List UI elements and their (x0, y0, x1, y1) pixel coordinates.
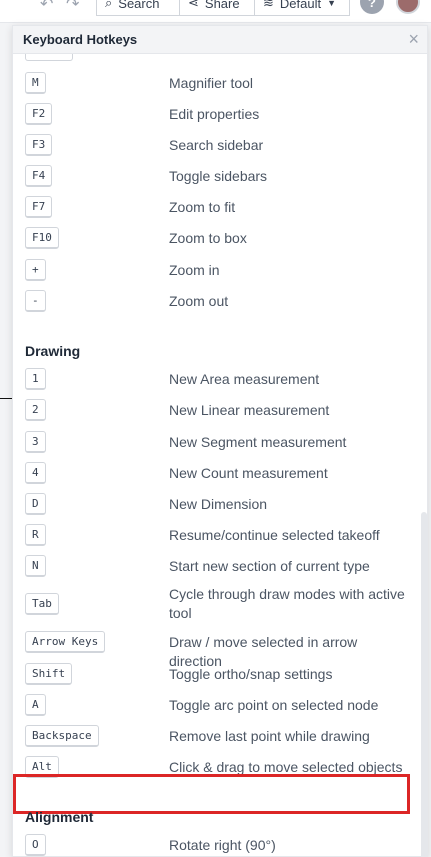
hotkey-description: Cycle through draw modes with active too… (169, 586, 405, 621)
help-icon: ? (368, 0, 376, 10)
key-cap: F7 (25, 196, 53, 218)
key-cap: R (25, 524, 46, 546)
key-cap: 3 (25, 431, 46, 453)
hotkey-description: Rotate right (90°) (169, 837, 276, 853)
keyboard-hotkeys-dialog: Keyboard Hotkeys × M Magnifier tool F2 E… (12, 25, 428, 857)
key-cap: M (25, 72, 46, 94)
key-cap: F4 (25, 165, 53, 187)
key-cap: N (25, 555, 46, 577)
layers-dropdown-label: Default (279, 0, 322, 11)
section-heading-alignment: Alignment (25, 809, 94, 825)
hotkey-description: Zoom to box (169, 230, 247, 246)
key-cap: Backspace (25, 725, 99, 747)
dialog-header: Keyboard Hotkeys × (13, 26, 427, 54)
key-cap: O (25, 834, 46, 856)
share-button[interactable]: ⋖ Share (179, 0, 255, 16)
close-icon[interactable]: × (408, 29, 419, 49)
key-cap: 1 (25, 368, 46, 390)
key-cap: Tab (25, 593, 59, 615)
key-cap: D (25, 493, 46, 515)
share-icon: ⋖ (188, 0, 199, 10)
hotkey-description: Magnifier tool (169, 75, 254, 91)
top-toolbar: ↶ ↷ ⌕ Search ⋖ Share ≋ Default ▼ ? (0, 0, 431, 23)
hotkey-description: Zoom in (169, 262, 220, 278)
hotkey-description: Toggle ortho/snap settings (169, 666, 333, 682)
hotkey-description: Remove last point while drawing (169, 728, 370, 744)
hotkey-description: New Dimension (169, 496, 268, 512)
section-heading-drawing: Drawing (25, 343, 81, 359)
key-cap: F2 (25, 103, 53, 125)
key-cap: F10 (25, 227, 59, 249)
hotkey-description: Search sidebar (169, 137, 264, 153)
hotkey-description: Zoom out (169, 293, 229, 309)
redo-icon[interactable]: ↷ (66, 0, 79, 14)
hotkey-description: New Linear measurement (169, 402, 330, 418)
hotkey-description: New Count measurement (169, 465, 328, 481)
hotkey-description: New Segment measurement (169, 434, 347, 450)
hotkey-description: Start new section of current type (169, 558, 370, 574)
layers-dropdown[interactable]: ≋ Default ▼ (254, 0, 350, 16)
hotkey-description: Resume/continue selected takeoff (169, 527, 380, 543)
key-cap: 2 (25, 399, 46, 421)
undo-icon[interactable]: ↶ (40, 0, 53, 14)
background-divider (0, 398, 12, 399)
search-icon: ⌕ (105, 0, 113, 10)
help-button[interactable]: ? (360, 0, 384, 14)
highlight-box (13, 774, 410, 814)
scrollbar[interactable] (421, 512, 427, 856)
hotkey-list[interactable]: M Magnifier tool F2 Edit properties F3 S… (13, 54, 427, 856)
key-cap: Arrow Keys (25, 631, 106, 653)
dialog-title: Keyboard Hotkeys (23, 32, 138, 47)
search-button[interactable]: ⌕ Search (96, 0, 180, 16)
key-cap: F3 (25, 134, 53, 156)
key-cap: - (25, 290, 46, 312)
share-button-label: Share (204, 0, 240, 11)
key-cap: + (25, 259, 46, 281)
chevron-down-icon: ▼ (327, 0, 337, 8)
hotkey-description: Edit properties (169, 106, 260, 122)
key-cap: A (25, 694, 46, 716)
avatar[interactable] (396, 0, 420, 14)
partial-key-cap (25, 54, 73, 61)
key-cap: 4 (25, 462, 46, 484)
hotkey-description: Zoom to fit (169, 199, 236, 215)
hotkey-description: New Area measurement (169, 371, 320, 387)
layers-icon: ≋ (263, 0, 274, 10)
hotkey-description: Toggle arc point on selected node (169, 697, 379, 713)
hotkey-description: Toggle sidebars (169, 168, 268, 184)
search-button-label: Search (118, 0, 160, 11)
key-cap: Shift (25, 663, 73, 685)
